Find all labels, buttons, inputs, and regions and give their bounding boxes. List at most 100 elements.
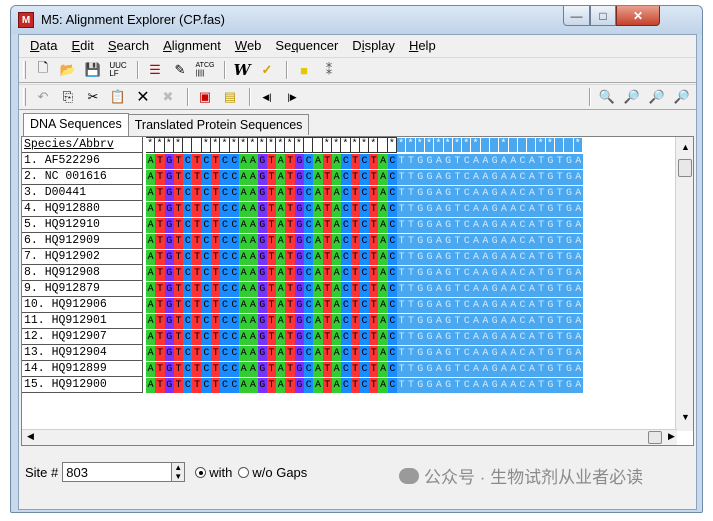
undo-icon[interactable]: ↶ xyxy=(32,87,54,107)
find-mark-icon[interactable]: 🔎 xyxy=(671,87,693,107)
base-cell[interactable]: A xyxy=(378,362,388,377)
base-cell[interactable]: G xyxy=(415,314,425,329)
base-cell[interactable]: T xyxy=(266,346,277,361)
base-cell[interactable]: A xyxy=(480,266,490,281)
base-cell[interactable]: T xyxy=(192,298,202,313)
base-cell[interactable]: C xyxy=(517,266,528,281)
base-cell[interactable]: C xyxy=(341,330,351,345)
base-cell[interactable]: A xyxy=(313,202,323,217)
base-cell[interactable]: A xyxy=(471,378,481,393)
base-cell[interactable]: A xyxy=(378,378,388,393)
copy-icon[interactable]: ⎘ xyxy=(57,87,79,107)
base-cell[interactable]: T xyxy=(192,154,202,169)
base-cell[interactable]: A xyxy=(276,330,286,345)
base-cell[interactable]: A xyxy=(276,362,286,377)
base-cell[interactable]: A xyxy=(276,218,286,233)
base-cell[interactable]: T xyxy=(322,170,332,185)
base-cell[interactable]: A xyxy=(248,298,258,313)
marker-icon[interactable]: ⁑ xyxy=(318,60,340,80)
base-cell[interactable]: C xyxy=(341,378,351,393)
base-cell[interactable]: T xyxy=(406,266,416,281)
base-cell[interactable]: A xyxy=(573,330,583,345)
base-cell[interactable]: C xyxy=(387,330,398,345)
base-cell[interactable]: A xyxy=(573,346,583,361)
base-cell[interactable]: A xyxy=(480,250,490,265)
base-cell[interactable]: C xyxy=(183,330,193,345)
base-cell[interactable]: T xyxy=(173,378,184,393)
base-cell[interactable]: T xyxy=(192,250,202,265)
base-cell[interactable]: A xyxy=(378,330,388,345)
base-cell[interactable]: T xyxy=(350,186,360,201)
paste-icon[interactable]: 📋 xyxy=(107,87,129,107)
base-cell[interactable]: A xyxy=(276,378,286,393)
base-cell[interactable]: A xyxy=(313,234,323,249)
base-cell[interactable]: G xyxy=(489,250,500,265)
base-cell[interactable]: A xyxy=(378,218,388,233)
base-cell[interactable]: A xyxy=(146,218,156,233)
base-cell[interactable]: T xyxy=(452,186,463,201)
base-cell[interactable]: G xyxy=(564,234,574,249)
delete-icon[interactable]: ✕ xyxy=(132,87,154,107)
base-cell[interactable]: T xyxy=(369,378,379,393)
base-cell[interactable]: A xyxy=(471,346,481,361)
base-cell[interactable]: T xyxy=(452,218,463,233)
base-cell[interactable]: C xyxy=(304,202,314,217)
base-cell[interactable]: G xyxy=(489,378,500,393)
base-cell[interactable]: T xyxy=(397,282,407,297)
base-cell[interactable]: T xyxy=(285,202,295,217)
base-cell[interactable]: A xyxy=(146,154,156,169)
base-cell[interactable]: G xyxy=(257,378,267,393)
base-cell[interactable]: T xyxy=(285,218,295,233)
base-cell[interactable]: C xyxy=(341,154,351,169)
base-cell[interactable]: C xyxy=(341,250,351,265)
base-cell[interactable]: T xyxy=(369,186,379,201)
base-cell[interactable]: A xyxy=(238,346,249,361)
base-cell[interactable]: A xyxy=(331,282,342,297)
base-cell[interactable]: A xyxy=(434,218,444,233)
base-cell[interactable]: T xyxy=(369,234,379,249)
base-cell[interactable]: G xyxy=(443,282,453,297)
base-cell[interactable]: T xyxy=(536,250,546,265)
base-cell[interactable]: G xyxy=(545,202,556,217)
base-cell[interactable]: G xyxy=(489,170,500,185)
base-cell[interactable]: A xyxy=(499,250,509,265)
base-cell[interactable]: T xyxy=(173,234,184,249)
base-cell[interactable]: T xyxy=(173,170,184,185)
base-cell[interactable]: C xyxy=(517,170,528,185)
base-cell[interactable]: C xyxy=(201,330,212,345)
base-cell[interactable]: G xyxy=(564,378,574,393)
base-cell[interactable]: T xyxy=(406,378,416,393)
base-cell[interactable]: A xyxy=(146,234,156,249)
base-cell[interactable]: T xyxy=(211,314,221,329)
base-cell[interactable]: T xyxy=(369,346,379,361)
base-cell[interactable]: A xyxy=(434,154,444,169)
base-cell[interactable]: C xyxy=(229,314,239,329)
base-cell[interactable]: G xyxy=(424,218,435,233)
base-cell[interactable]: C xyxy=(220,378,230,393)
base-cell[interactable]: T xyxy=(536,266,546,281)
base-cell[interactable]: A xyxy=(527,154,537,169)
with-gaps-radio[interactable] xyxy=(195,466,207,478)
base-cell[interactable]: G xyxy=(257,250,267,265)
base-cell[interactable]: A xyxy=(508,170,518,185)
base-cell[interactable]: G xyxy=(489,330,500,345)
base-cell[interactable]: A xyxy=(313,250,323,265)
base-cell[interactable]: C xyxy=(201,234,212,249)
base-cell[interactable]: T xyxy=(350,250,360,265)
scroll-down-icon[interactable]: ▼ xyxy=(681,412,690,422)
base-cell[interactable]: T xyxy=(555,154,565,169)
base-cell[interactable]: T xyxy=(173,346,184,361)
base-cell[interactable]: A xyxy=(276,234,286,249)
base-cell[interactable]: T xyxy=(555,362,565,377)
base-cell[interactable]: T xyxy=(350,154,360,169)
base-cell[interactable]: T xyxy=(406,170,416,185)
base-cell[interactable]: G xyxy=(489,202,500,217)
base-cell[interactable]: G xyxy=(415,346,425,361)
base-cell[interactable]: C xyxy=(183,298,193,313)
base-cell[interactable]: C xyxy=(229,154,239,169)
base-cell[interactable]: T xyxy=(555,234,565,249)
base-cell[interactable]: C xyxy=(229,298,239,313)
base-cell[interactable]: C xyxy=(517,330,528,345)
base-cell[interactable]: C xyxy=(359,218,370,233)
base-cell[interactable]: C xyxy=(183,266,193,281)
